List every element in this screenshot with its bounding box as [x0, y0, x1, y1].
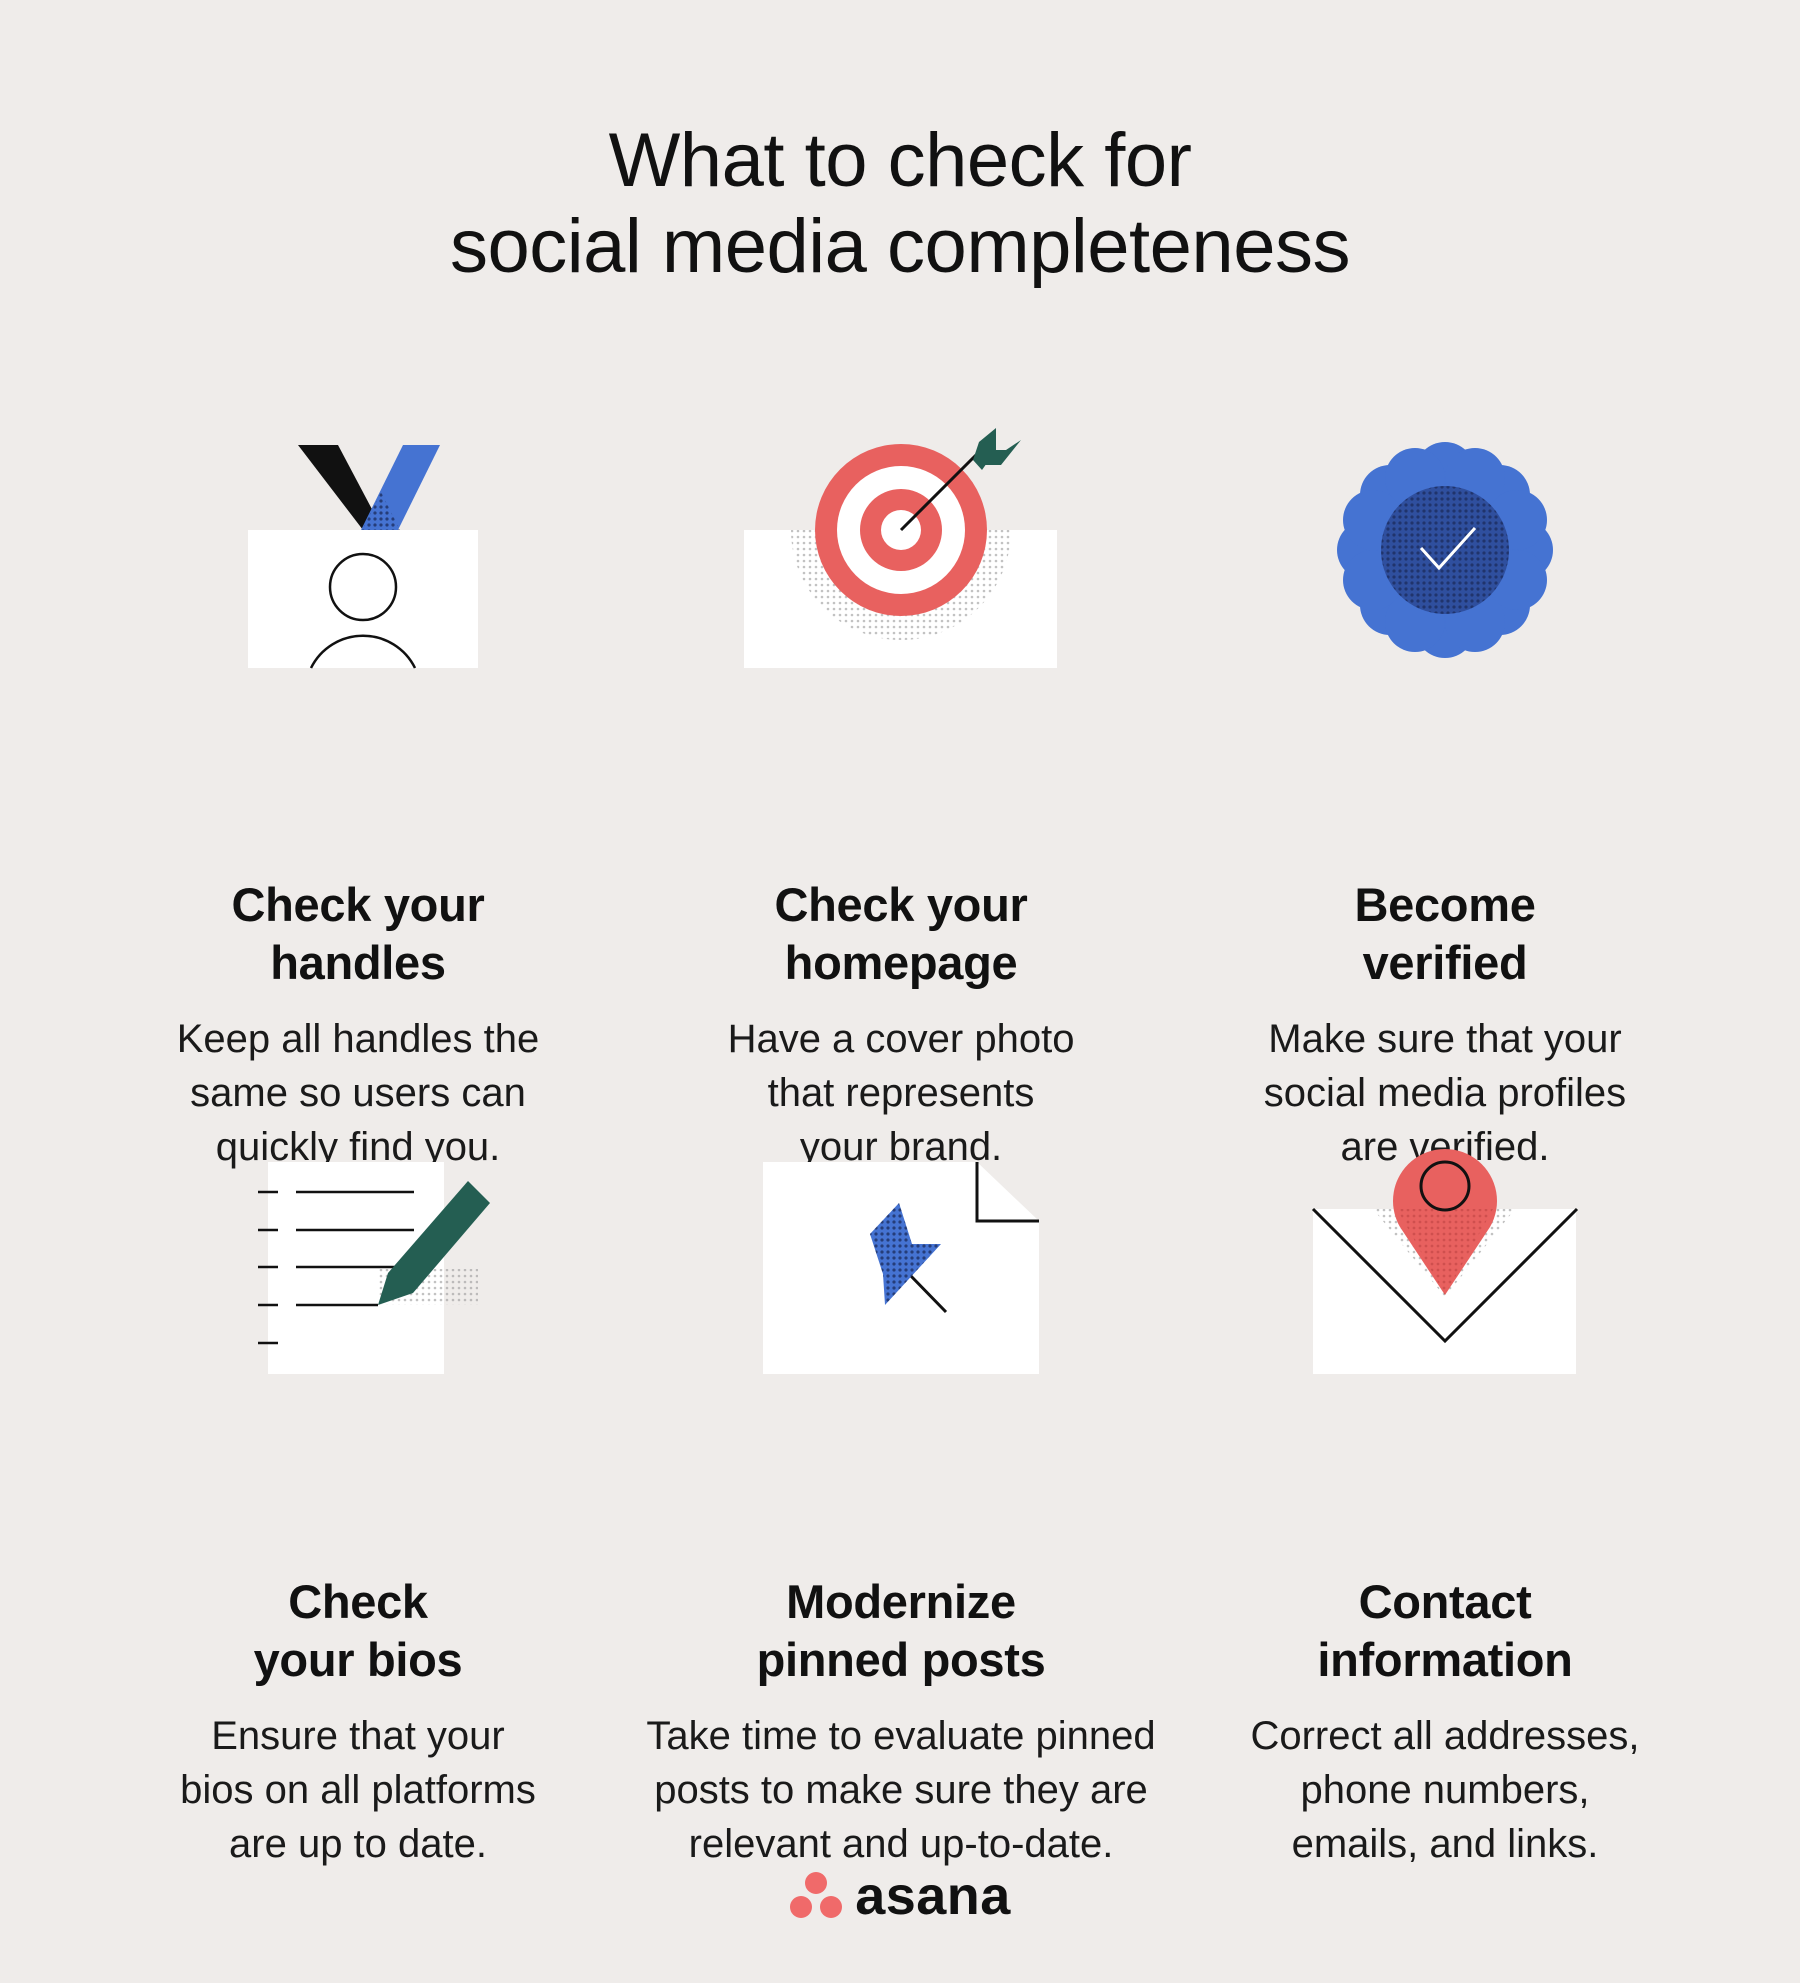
target-arrow-icon: [621, 420, 1181, 680]
page-title-line-1: What to check for: [608, 118, 1192, 203]
page-title-line-2: social media completeness: [450, 204, 1350, 289]
id-badge-icon: [78, 420, 638, 680]
card-heading: Check your bios: [253, 1575, 463, 1686]
card-check-bios: Check your bios Ensure that your bios on…: [78, 1117, 638, 1866]
asana-logo-icon: [790, 1872, 843, 1918]
card-heading: Check your homepage: [774, 878, 1028, 989]
card-description: Correct all addresses, phone numbers, em…: [1250, 1714, 1640, 1866]
card-description: Ensure that your bios on all platforms a…: [180, 1714, 536, 1866]
card-contact-information: Contact information Correct all addresse…: [1165, 1117, 1725, 1866]
card-become-verified: Become verified Make sure that your soci…: [1165, 420, 1725, 1169]
card-check-homepage: Check your homepage Have a cover photo t…: [621, 420, 1181, 1169]
card-modernize-pinned-posts: Modernize pinned posts Take time to eval…: [621, 1117, 1181, 1866]
brand-wordmark: asana: [855, 1866, 1011, 1926]
page-title: What to check for social media completen…: [0, 118, 1800, 290]
card-heading: Check your handles: [231, 878, 485, 989]
card-description: Take time to evaluate pinned posts to ma…: [646, 1714, 1156, 1866]
card-check-handles: Check your handles Keep all handles the …: [78, 420, 638, 1169]
envelope-location-pin-icon: [1165, 1117, 1725, 1377]
verified-badge-icon: [1165, 420, 1725, 680]
footer-brand: asana: [0, 1866, 1800, 1926]
card-heading: Become verified: [1354, 878, 1536, 989]
document-pencil-icon: [78, 1117, 638, 1377]
pushpin-page-icon: [621, 1117, 1181, 1377]
card-heading: Modernize pinned posts: [756, 1575, 1046, 1686]
card-heading: Contact information: [1317, 1575, 1573, 1686]
